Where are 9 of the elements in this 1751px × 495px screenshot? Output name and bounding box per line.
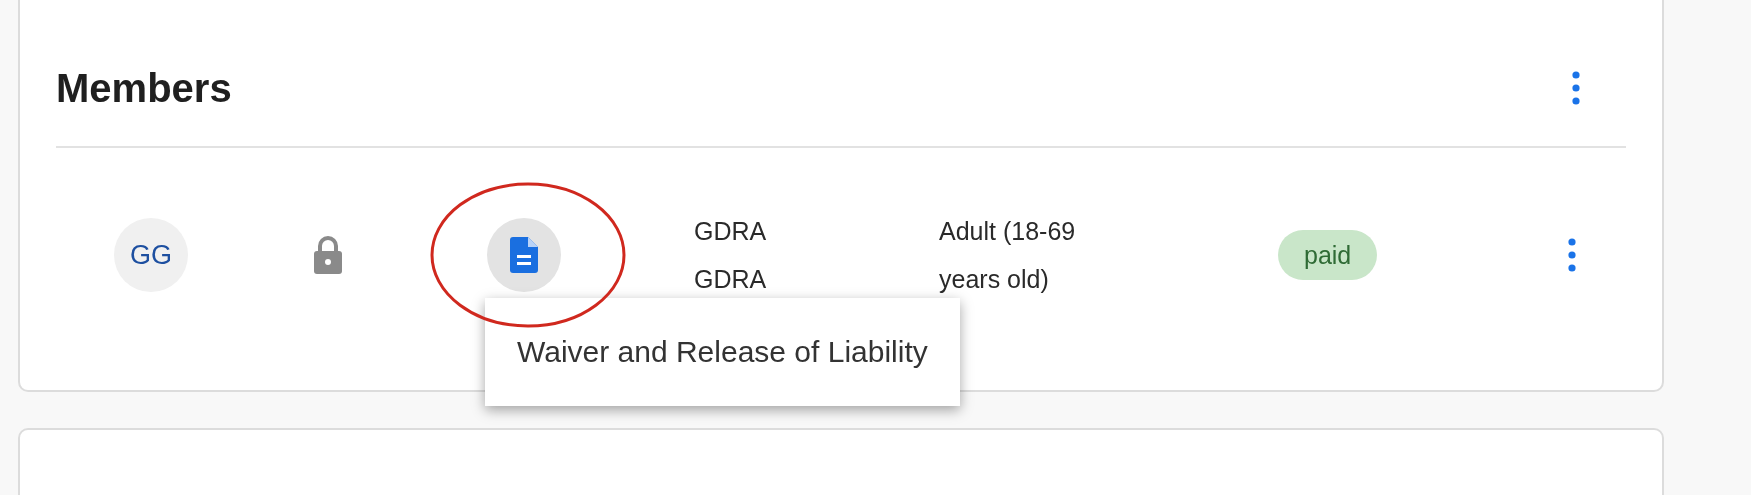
status-badge: paid bbox=[1278, 230, 1378, 280]
tooltip: Waiver and Release of Liability bbox=[485, 298, 960, 406]
avatar: GG bbox=[114, 218, 188, 292]
member-name: GDRA GDRA bbox=[694, 216, 768, 295]
more-menu-icon[interactable] bbox=[1572, 70, 1580, 106]
document-icon bbox=[510, 237, 538, 273]
member-category: Adult (18-69 years old) bbox=[939, 216, 1077, 295]
more-menu-icon[interactable] bbox=[1568, 237, 1576, 273]
card-title: Members bbox=[56, 65, 232, 111]
